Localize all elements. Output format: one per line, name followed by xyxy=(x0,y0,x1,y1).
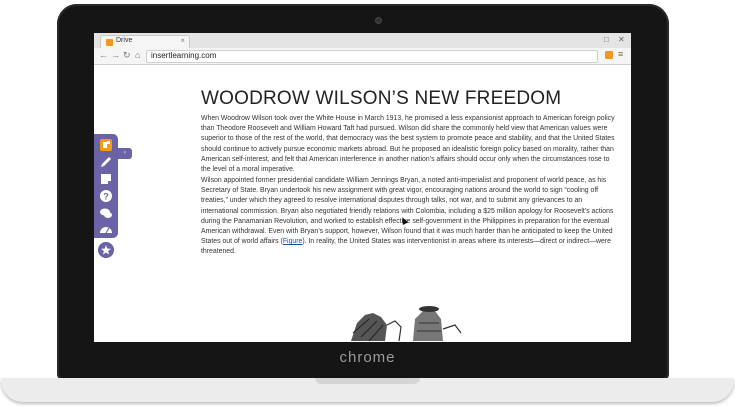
sticky-note-icon[interactable] xyxy=(99,172,113,186)
dashboard-icon[interactable] xyxy=(99,223,113,237)
tab-close-icon[interactable]: × xyxy=(180,36,185,45)
page-content: WOODROW WILSON’S NEW FREEDOM When Woodro… xyxy=(94,65,631,342)
browser-titlebar: Drive × □ ✕ xyxy=(94,33,631,49)
sidebar-collapse-tab[interactable]: ‹ xyxy=(118,148,132,159)
browser-toolbar: ← → ↻ ⌂ insertlearning.com ≡ xyxy=(94,48,631,65)
laptop-screen: Drive × □ ✕ ← → ↻ ⌂ insertlearning.com ≡… xyxy=(94,33,631,342)
webcam xyxy=(375,17,382,24)
discussion-icon[interactable] xyxy=(99,206,113,220)
page-title: WOODROW WILSON’S NEW FREEDOM xyxy=(201,88,562,109)
browser-tab[interactable]: Drive × xyxy=(100,35,190,49)
figure-link[interactable]: Figure xyxy=(283,238,303,245)
insertlearning-extension-icon[interactable] xyxy=(605,51,613,59)
question-icon[interactable]: ? xyxy=(99,189,113,203)
tab-title: Drive xyxy=(116,37,133,44)
article-paragraph: When Woodrow Wilson took over the White … xyxy=(201,115,615,174)
forward-icon[interactable]: → xyxy=(111,50,120,60)
pencil-icon[interactable] xyxy=(99,155,113,169)
paragraph-text: Wilson appointed former presidential can… xyxy=(201,177,614,246)
address-bar[interactable]: insertlearning.com xyxy=(146,50,598,63)
article-paragraph: Wilson appointed former presidential can… xyxy=(201,176,615,258)
window-restore-icon[interactable]: □ xyxy=(604,35,609,44)
star-icon[interactable] xyxy=(98,242,114,258)
menu-icon[interactable]: ≡ xyxy=(618,49,623,59)
url-text: insertlearning.com xyxy=(151,51,217,60)
insertlearning-toolbar: ? xyxy=(94,134,118,238)
insertlearning-logo-icon[interactable] xyxy=(99,138,113,152)
reload-icon[interactable]: ↻ xyxy=(123,50,131,61)
window-close-icon[interactable]: ✕ xyxy=(618,35,625,44)
back-icon[interactable]: ← xyxy=(99,50,108,60)
laptop-hinge-notch xyxy=(315,378,420,384)
drive-favicon-icon xyxy=(106,39,113,46)
wilson-cartoon-illustration xyxy=(343,303,467,342)
home-icon[interactable]: ⌂ xyxy=(135,50,140,60)
svg-text:?: ? xyxy=(103,192,109,202)
chrome-brand-label: chrome xyxy=(339,349,396,366)
